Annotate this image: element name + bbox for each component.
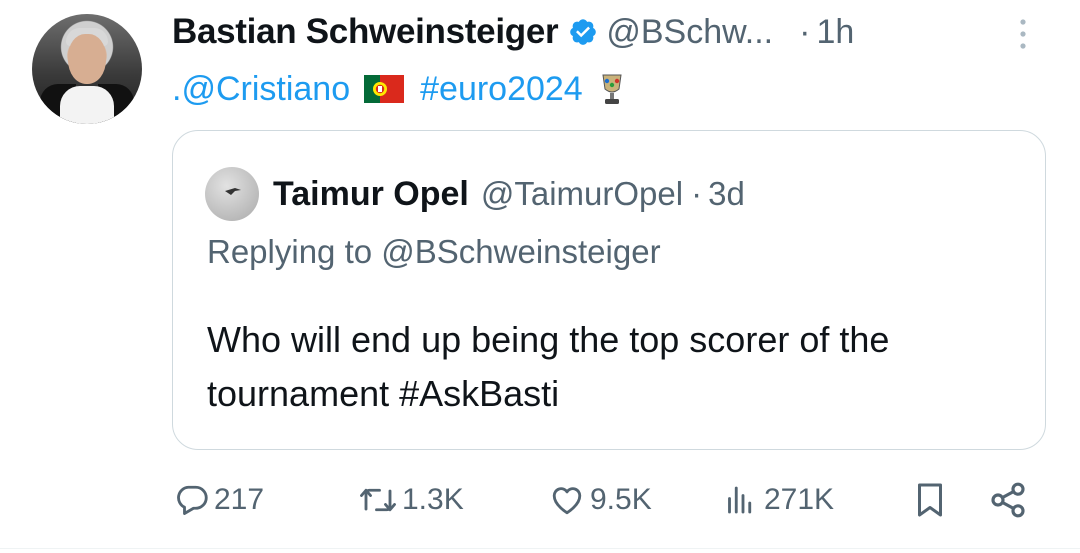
quoted-header: Taimur Opel @TaimurOpel · 3d (273, 167, 745, 221)
views-icon (728, 486, 752, 514)
portugal-flag-icon (364, 75, 405, 103)
retweet-count: 1.3K (402, 483, 464, 516)
quoted-author-avatar[interactable] (205, 167, 259, 221)
heart-icon (552, 487, 582, 515)
bookmark-button[interactable] (912, 474, 948, 526)
quoted-tweet-text: Who will end up being the top scorer of … (207, 319, 890, 414)
reply-button[interactable]: 217 (174, 474, 264, 526)
hashtag-link[interactable]: #euro2024 (420, 70, 583, 109)
author-avatar[interactable] (32, 14, 142, 124)
like-count: 9.5K (590, 483, 652, 516)
quoted-author-name[interactable]: Taimur Opel (273, 175, 469, 214)
retweet-button[interactable]: 1.3K (358, 474, 464, 526)
verified-badge-icon (570, 19, 597, 45)
share-button[interactable] (988, 474, 1028, 526)
tweet-header: Bastian Schweinsteiger @BSchw... · 1h (172, 10, 1032, 54)
views-button[interactable]: 271K (720, 474, 834, 526)
bird-silhouette-icon (225, 188, 241, 195)
tweet-text: .@Cristiano #euro2024 (172, 64, 627, 114)
euro-trophy-icon (602, 74, 622, 104)
author-name[interactable]: Bastian Schweinsteiger (172, 12, 559, 52)
quoted-author-handle[interactable]: @TaimurOpel (481, 175, 683, 213)
quoted-separator-dot: · (691, 175, 703, 212)
views-count: 271K (764, 483, 835, 516)
reply-count: 217 (214, 483, 265, 516)
separator-dot: · (799, 12, 811, 51)
reply-icon (177, 485, 208, 515)
quoted-tweet-card[interactable]: Taimur Opel @TaimurOpel · 3d Replying to… (172, 130, 1046, 450)
bookmark-icon (918, 483, 942, 517)
tweet-actions: 217 1.3K 9.5K 271K (172, 474, 1032, 526)
share-icon (991, 482, 1025, 518)
replying-to-label: Replying to @BSchweinsteiger (207, 233, 661, 270)
like-button[interactable]: 9.5K (548, 474, 652, 526)
tweet-divider (0, 548, 1080, 549)
quoted-time[interactable]: 3d (708, 175, 745, 213)
author-handle[interactable]: @BSchw... (606, 13, 773, 52)
retweet-icon (360, 488, 396, 512)
more-vertical-icon[interactable] (1014, 14, 1032, 54)
mention-link[interactable]: .@Cristiano (172, 70, 350, 109)
tweet-time[interactable]: 1h (816, 13, 854, 52)
